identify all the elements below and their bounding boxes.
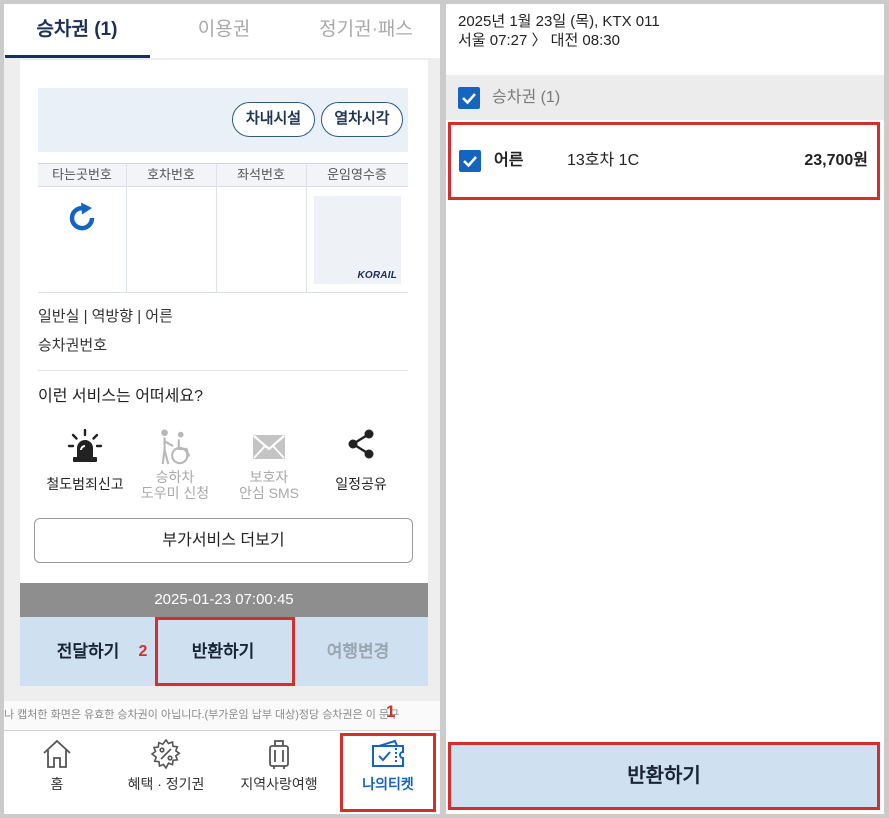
section-divider xyxy=(38,370,408,371)
refresh-icon[interactable] xyxy=(66,202,98,234)
nav-benefits[interactable]: 혜택 · 정기권 xyxy=(111,738,221,798)
service-label: 일정공유 xyxy=(335,476,387,492)
home-icon xyxy=(12,738,102,774)
header-receipt: 운임영수증 xyxy=(327,167,387,182)
change-trip-button[interactable]: 여행변경 xyxy=(308,617,408,686)
timetable-button[interactable]: 열차시각 xyxy=(321,102,403,137)
facilities-button[interactable]: 차내시설 xyxy=(232,102,315,137)
nav-label: 홈 xyxy=(50,776,64,792)
tab-tickets[interactable]: 승차권 (1) xyxy=(4,4,150,55)
more-services-button[interactable]: 부가서비스 더보기 xyxy=(34,518,413,563)
group-checkbox[interactable] xyxy=(458,87,480,109)
nav-local-travel[interactable]: 지역사랑여행 xyxy=(224,738,334,798)
ticket-timestamp: 2025-01-23 07:00:45 xyxy=(20,583,428,617)
journey-route-times: 서울 07:27 〉 대전 08:30 xyxy=(458,32,620,49)
journey-date-train: 2025년 1월 23일 (목), KTX 011 xyxy=(458,13,660,30)
step-1-annotation: 1 xyxy=(386,702,396,721)
service-boarding-helper[interactable]: 승하차 도우미 신청 xyxy=(127,428,223,508)
service-guardian-sms[interactable]: 보호자 안심 SMS xyxy=(221,428,317,508)
table-header-divider xyxy=(38,186,408,187)
nav-label: 혜택 · 정기권 xyxy=(127,776,205,792)
service-label: 안심 SMS xyxy=(239,485,299,501)
right-panel: 2025년 1월 23일 (목), KTX 011 서울 07:27 〉 대전 … xyxy=(446,4,884,814)
tab-season-pass[interactable]: 정기권·패스 xyxy=(294,4,438,55)
korail-logo: KORAIL xyxy=(357,270,397,281)
capture-notice: 나 캡처한 화면은 유효한 승차권이 아닙니다.(부가운임 납부 대상)정당 승… xyxy=(4,701,440,730)
tab-passes[interactable]: 이용권 xyxy=(164,4,284,55)
service-label: 승하차 xyxy=(155,469,195,485)
nav-home[interactable]: 홈 xyxy=(12,738,102,798)
share-icon xyxy=(313,428,409,466)
fare-receipt-thumbnail[interactable]: KORAIL xyxy=(314,196,401,284)
siren-icon xyxy=(37,428,133,466)
service-share-schedule[interactable]: 일정공유 xyxy=(313,428,409,508)
ticket-info-line: 일반실 | 역방향 | 어른 xyxy=(38,308,173,325)
active-tab-indicator xyxy=(5,55,150,58)
table-bottom-border xyxy=(38,292,408,293)
step-2-annotation: 2 xyxy=(138,643,148,660)
header-platform: 타는곳번호 xyxy=(52,167,112,182)
refund-submit-button[interactable]: 반환하기 xyxy=(448,742,880,810)
table-column-divider xyxy=(126,163,127,292)
service-label: 철도범죄신고 xyxy=(46,476,124,492)
passenger-fare: 23,700원 xyxy=(804,152,868,169)
header-seat: 좌석번호 xyxy=(237,167,285,182)
passenger-seat: 13호차 1C xyxy=(567,152,640,169)
wheelchair-helper-icon xyxy=(127,428,223,466)
service-crime-report[interactable]: 철도범죄신고 xyxy=(37,428,133,508)
refund-highlight-box xyxy=(155,617,295,686)
envelope-icon xyxy=(221,428,317,466)
luggage-icon xyxy=(224,738,334,774)
table-column-divider xyxy=(216,163,217,292)
my-ticket-highlight-box xyxy=(340,733,436,812)
service-label: 보호자 xyxy=(249,469,289,485)
header-car: 호차번호 xyxy=(147,167,195,182)
ticket-group-label: 승차권 (1) xyxy=(492,89,561,106)
table-column-divider xyxy=(306,163,307,292)
services-title: 이런 서비스는 어떠세요? xyxy=(38,388,203,405)
passenger-type: 어른 xyxy=(494,152,524,169)
transfer-button[interactable]: 전달하기 xyxy=(38,617,138,686)
service-label: 도우미 신청 xyxy=(140,485,210,501)
benefit-gear-icon xyxy=(111,738,221,774)
nav-label: 지역사랑여행 xyxy=(240,776,318,792)
passenger-checkbox[interactable] xyxy=(459,150,481,172)
left-panel: 승차권 (1) 이용권 정기권·패스 차내시설 열차시각 타는곳번호 호차번호 … xyxy=(4,4,440,814)
ticket-number-label: 승차권번호 xyxy=(38,337,108,354)
